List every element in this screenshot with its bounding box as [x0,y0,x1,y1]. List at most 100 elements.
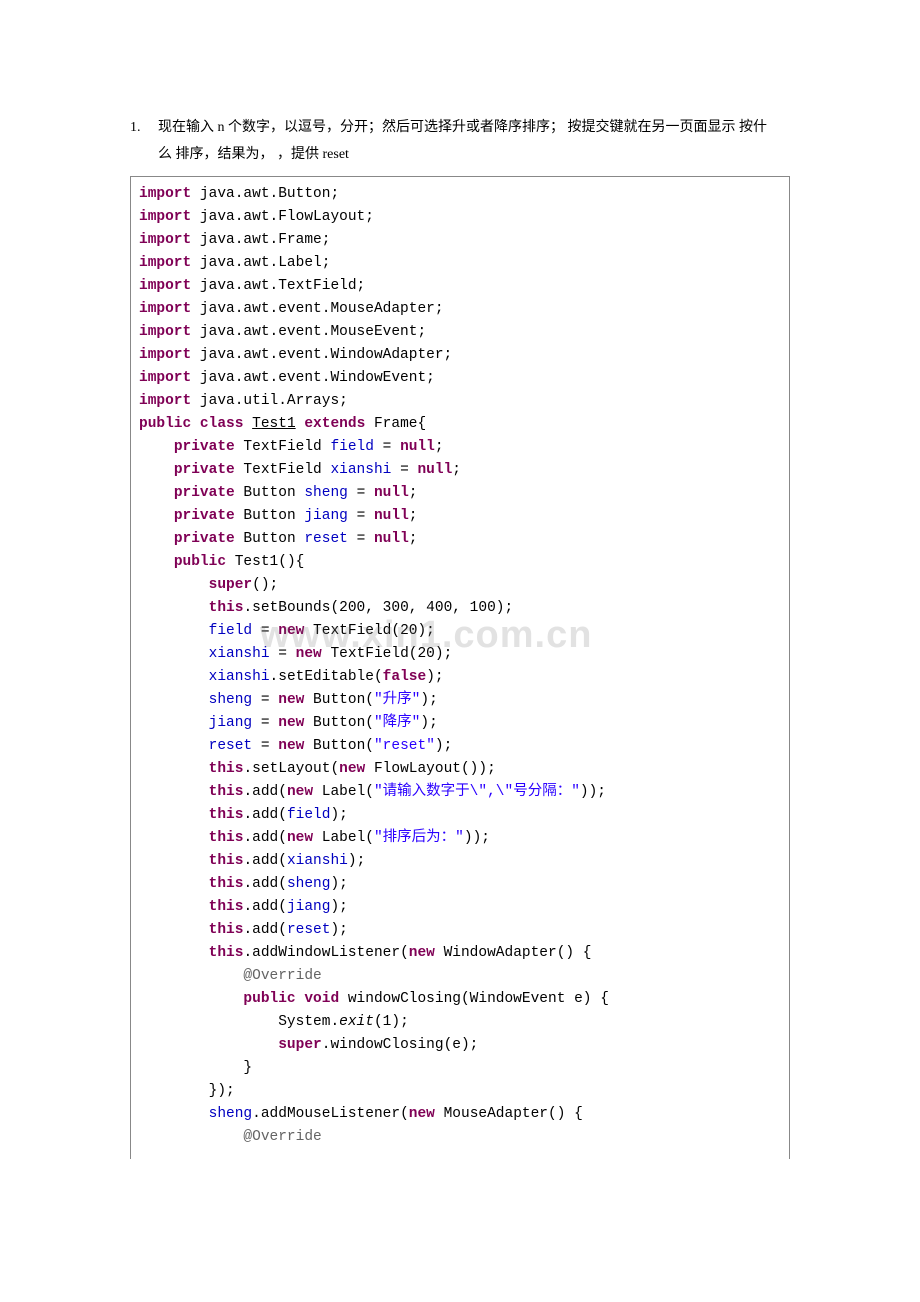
code-text: java.awt.event.WindowEvent; [191,370,435,386]
code-text: .add( [243,853,287,869]
code-text: TextField [235,462,331,478]
code-text: Button( [304,738,374,754]
kw-private: private [174,462,235,478]
code-text: .setEditable( [270,669,383,685]
kw-private: private [174,439,235,455]
string-literal: "升序" [374,692,420,708]
kw-new: new [409,945,435,961]
code-text: ; [409,508,418,524]
kw-new: new [296,646,322,662]
code-text: .setLayout( [243,761,339,777]
kw-public: public [174,554,226,570]
kw-new: new [287,784,313,800]
kw-null: null [374,531,409,547]
code-text: java.awt.event.MouseAdapter; [191,301,443,317]
code-text: java.awt.Label; [191,255,330,271]
kw-import: import [139,255,191,271]
field-name: jiang [209,715,253,731]
kw-this: this [209,945,244,961]
code-text: java.awt.FlowLayout; [191,209,374,225]
code-text: java.awt.event.WindowAdapter; [191,347,452,363]
code-text: = [391,462,417,478]
code-text: ; [452,462,461,478]
code-text: = [374,439,400,455]
kw-null: null [417,462,452,478]
field-name: reset [287,922,331,938]
code-text: .add( [243,899,287,915]
code-text: ; [409,485,418,501]
code-text: windowClosing(WindowEvent e) { [339,991,609,1007]
code-text: Button( [304,715,374,731]
kw-new: new [409,1106,435,1122]
code-text: )); [464,830,490,846]
kw-private: private [174,508,235,524]
kw-class: class [200,416,244,432]
string-literal: "请输入数字于\",\"号分隔：" [374,784,580,800]
code-text: ); [426,669,443,685]
kw-super: super [278,1037,322,1053]
kw-private: private [174,531,235,547]
question-line1: 现在输入 n 个数字，以逗号，分开；然后可选择升或者降序排序； 按提交键就在另一… [158,120,767,135]
kw-import: import [139,301,191,317]
kw-this: this [209,761,244,777]
code-text: ); [348,853,365,869]
field-name: xianshi [209,669,270,685]
code-text: = [348,485,374,501]
code-text: WindowAdapter() { [435,945,592,961]
field-name: sheng [209,692,253,708]
code-text: ); [420,715,437,731]
code-text: = [348,531,374,547]
kw-import: import [139,370,191,386]
kw-this: this [209,830,244,846]
field-name: jiang [304,508,348,524]
field-name: xianshi [330,462,391,478]
question-number: 1. [130,115,158,142]
kw-import: import [139,209,191,225]
code-text: ); [330,807,347,823]
field-name: sheng [209,1106,253,1122]
kw-new: new [278,738,304,754]
annotation: @Override [243,968,321,984]
static-call: exit [339,1014,374,1030]
code-text: java.util.Arrays; [191,393,348,409]
field-name: sheng [287,876,331,892]
code-text: System. [278,1014,339,1030]
kw-this: this [209,876,244,892]
string-literal: "排序后为：" [374,830,464,846]
field-name: reset [304,531,348,547]
code-text: .add( [243,807,287,823]
kw-private: private [174,485,235,501]
kw-void: void [304,991,339,1007]
kw-new: new [278,715,304,731]
code-text: = [252,715,278,731]
code-text: TextField [235,439,331,455]
kw-null: null [400,439,435,455]
kw-this: this [209,600,244,616]
code-text: ); [420,692,437,708]
document-page: 1.现在输入 n 个数字，以逗号，分开；然后可选择升或者降序排序； 按提交键就在… [0,0,920,1209]
code-text: java.awt.Frame; [191,232,330,248]
kw-import: import [139,347,191,363]
code-text: .add( [243,784,287,800]
code-text: (1); [374,1014,409,1030]
kw-this: this [209,922,244,938]
code-text: .add( [243,830,287,846]
code-text: Frame{ [365,416,426,432]
kw-import: import [139,186,191,202]
field-name: field [287,807,331,823]
code-text: ; [409,531,418,547]
question-line2: 么 排序，结果为， ，提供 reset [130,147,349,162]
kw-super: super [209,577,253,593]
kw-this: this [209,784,244,800]
code-text: .addWindowListener( [243,945,408,961]
code-text: = [252,738,278,754]
kw-null: null [374,508,409,524]
code-text: = [252,692,278,708]
kw-public: public [243,991,295,1007]
kw-import: import [139,324,191,340]
field-name: field [209,623,253,639]
code-text: .setBounds(200, 300, 400, 100); [243,600,513,616]
code-block: import java.awt.Button; import java.awt.… [130,176,790,1159]
code-text: ); [330,899,347,915]
field-name: xianshi [287,853,348,869]
